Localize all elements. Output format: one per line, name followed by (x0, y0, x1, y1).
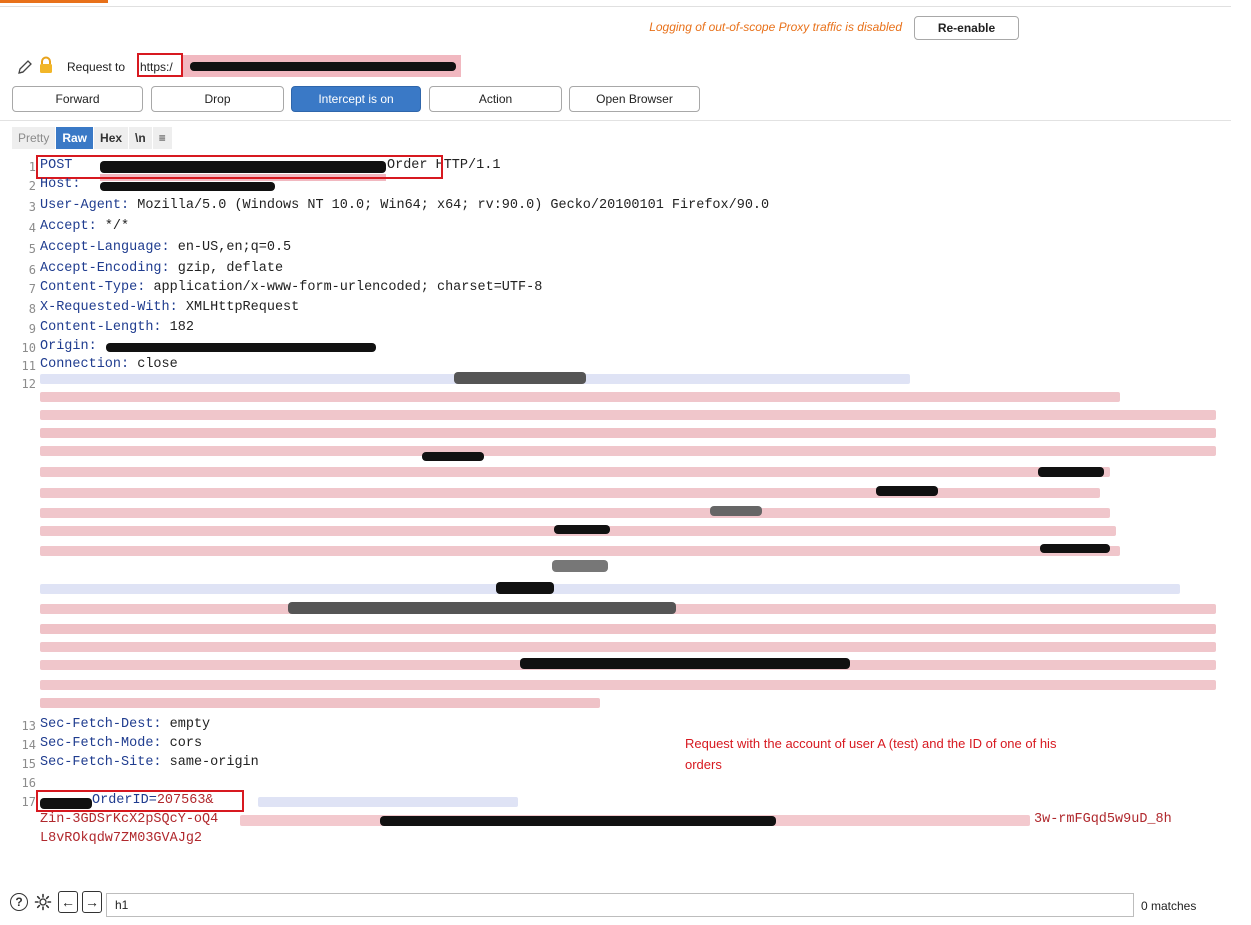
header-line: X-Requested-With: XMLHttpRequest (40, 300, 300, 315)
tab-hex[interactable]: Hex (93, 127, 129, 149)
redaction-bar (380, 816, 776, 826)
header-line: Content-Type: application/x-www-form-url… (40, 280, 543, 295)
line-number: 11 (21, 359, 36, 373)
newline-toggle[interactable]: \n (128, 127, 152, 149)
lock-icon (40, 56, 52, 73)
divider (0, 120, 1231, 121)
redaction-bar (100, 182, 275, 191)
pencil-icon[interactable] (16, 58, 34, 76)
line-number: 5 (28, 242, 36, 256)
header-line: Sec-Fetch-Site: same-origin (40, 755, 259, 770)
search-input[interactable] (106, 893, 1134, 917)
line-number: 3 (28, 200, 36, 214)
line-number: 17 (21, 795, 36, 809)
request-line-highlight-box (36, 155, 443, 179)
blurred-param (258, 797, 518, 807)
header-line: Content-Length: 182 (40, 320, 194, 335)
header-name: Origin: (40, 339, 97, 354)
active-tab-accent (0, 0, 108, 3)
header-line: User-Agent: Mozilla/5.0 (Windows NT 10.0… (40, 198, 770, 213)
line-number: 1 (28, 160, 36, 174)
annotation-note: Request with the account of user A (test… (685, 736, 1057, 772)
re-enable-button[interactable]: Re-enable (914, 16, 1019, 40)
line-number: 14 (21, 738, 36, 752)
menu-icon[interactable]: ≡ (151, 127, 172, 149)
logging-notice: Logging of out-of-scope Proxy traffic is… (649, 20, 902, 34)
arrow-left-icon[interactable]: ← (58, 891, 78, 913)
request-label: Request to (67, 60, 126, 74)
divider (0, 6, 1231, 7)
line-number: 2 (28, 179, 36, 193)
body-continuation: 3w-rmFGqd5w9uD_8h (1034, 812, 1172, 827)
header-line: Sec-Fetch-Mode: cors (40, 736, 203, 751)
help-icon[interactable]: ? (10, 893, 28, 911)
line-number: 7 (28, 282, 36, 296)
line-number: 13 (21, 719, 36, 733)
intercept-toggle-button[interactable]: Intercept is on (291, 86, 421, 112)
line-number: 16 (21, 776, 36, 790)
action-button[interactable]: Action (429, 86, 562, 112)
open-browser-button[interactable]: Open Browser (569, 86, 700, 112)
forward-button[interactable]: Forward (12, 86, 143, 112)
blurred-cookie-block (40, 370, 1216, 708)
order-id-highlight-box (36, 790, 244, 812)
header-line: Sec-Fetch-Dest: empty (40, 717, 211, 732)
redaction-bar (190, 62, 456, 71)
header-line: Accept: */* (40, 219, 130, 234)
line-number: 8 (28, 302, 36, 316)
body-continuation: Zin-3GDSrKcX2pSQcY-oQ4 (40, 812, 219, 827)
line-number: 9 (28, 322, 36, 336)
header-line: Accept-Language: en-US,en;q=0.5 (40, 240, 292, 255)
gear-icon[interactable] (34, 893, 52, 911)
body-continuation: L8vROkqdw7ZM03GVAJg2 (40, 831, 203, 846)
drop-button[interactable]: Drop (151, 86, 284, 112)
header-line: Accept-Encoding: gzip, deflate (40, 261, 284, 276)
view-tabs: Pretty Raw Hex \n ≡ (12, 126, 172, 150)
tab-raw[interactable]: Raw (55, 127, 94, 149)
match-count: 0 matches (1141, 899, 1197, 913)
line-number: 4 (28, 221, 36, 235)
url-highlight-box (137, 53, 183, 77)
line-number: 12 (21, 377, 36, 391)
line-number: 6 (28, 263, 36, 277)
redaction-bar (106, 343, 376, 352)
header-name: Host: (40, 177, 81, 192)
line-number: 10 (21, 341, 36, 355)
line-number: 15 (21, 757, 36, 771)
tab-pretty[interactable]: Pretty (12, 127, 56, 149)
arrow-right-icon[interactable]: → (82, 891, 102, 913)
